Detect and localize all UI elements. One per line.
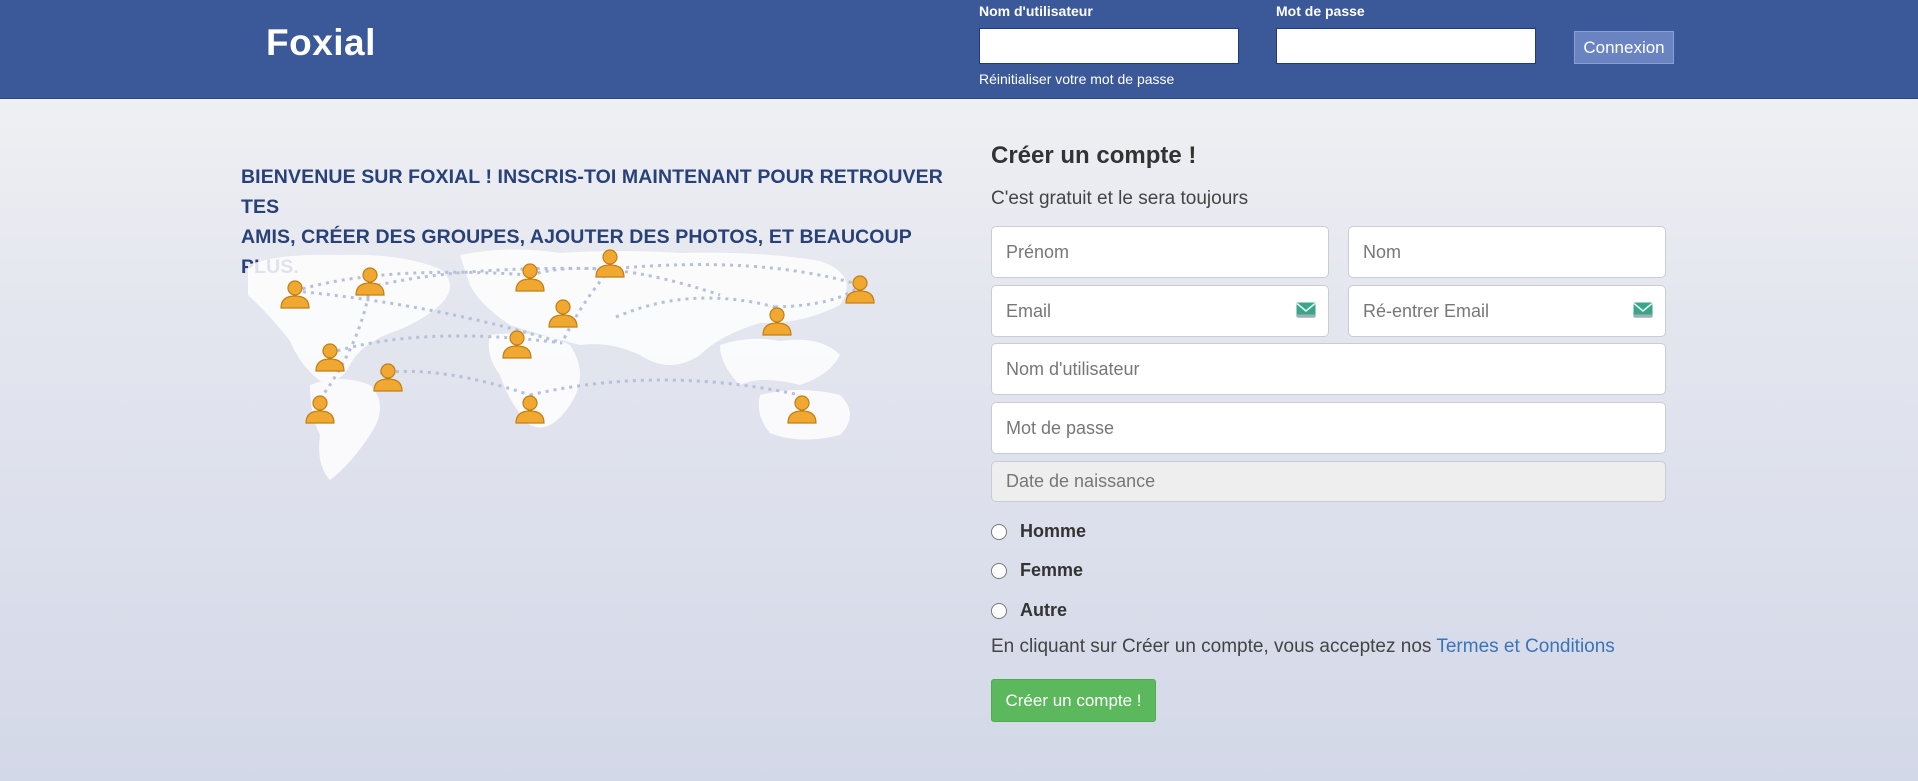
terms-link[interactable]: Termes et Conditions: [1436, 636, 1614, 657]
gender-option-autre[interactable]: Autre: [991, 600, 1067, 621]
terms-text: En cliquant sur Créer un compte, vous ac…: [991, 636, 1437, 657]
gender-option-femme[interactable]: Femme: [991, 560, 1083, 581]
radio-femme[interactable]: [991, 562, 1007, 579]
email-confirm-input[interactable]: [1348, 285, 1666, 337]
password-input[interactable]: [991, 402, 1666, 454]
radio-label-femme: Femme: [1020, 560, 1084, 580]
login-username-label: Nom d'utilisateur: [979, 3, 1093, 19]
email-confirm-icon: [1633, 302, 1653, 318]
birthdate-input[interactable]: [991, 461, 1666, 502]
login-button[interactable]: Connexion: [1574, 31, 1674, 64]
top-navbar: Foxial Nom d'utilisateur Mot de passe Ré…: [0, 0, 1918, 99]
radio-label-autre: Autre: [1020, 600, 1068, 620]
welcome-line-1: BIENVENUE SUR FOXIAL ! INSCRIS-TOI MAINT…: [241, 166, 943, 218]
username-input[interactable]: [991, 343, 1666, 395]
login-password-label: Mot de passe: [1276, 3, 1365, 19]
create-account-button[interactable]: Créer un compte !: [991, 679, 1156, 722]
email-input[interactable]: [991, 285, 1329, 337]
firstname-input[interactable]: [991, 226, 1329, 278]
email-icon: [1296, 302, 1316, 318]
login-username-input[interactable]: [979, 28, 1239, 64]
radio-homme[interactable]: [991, 523, 1007, 540]
gender-option-homme[interactable]: Homme: [991, 521, 1086, 542]
radio-label-homme: Homme: [1020, 521, 1087, 541]
brand-logo[interactable]: Foxial: [266, 22, 376, 64]
register-subtitle: C'est gratuit et le sera toujours: [991, 188, 1249, 209]
terms-notice: En cliquant sur Créer un compte, vous ac…: [991, 636, 1615, 658]
world-map-people-icon: [248, 249, 875, 480]
register-title: Créer un compte !: [991, 142, 1197, 169]
reset-password-link[interactable]: Réinitialiser votre mot de passe: [979, 71, 1174, 87]
login-password-input[interactable]: [1276, 28, 1536, 64]
radio-autre[interactable]: [991, 602, 1007, 619]
lastname-input[interactable]: [1348, 226, 1666, 278]
